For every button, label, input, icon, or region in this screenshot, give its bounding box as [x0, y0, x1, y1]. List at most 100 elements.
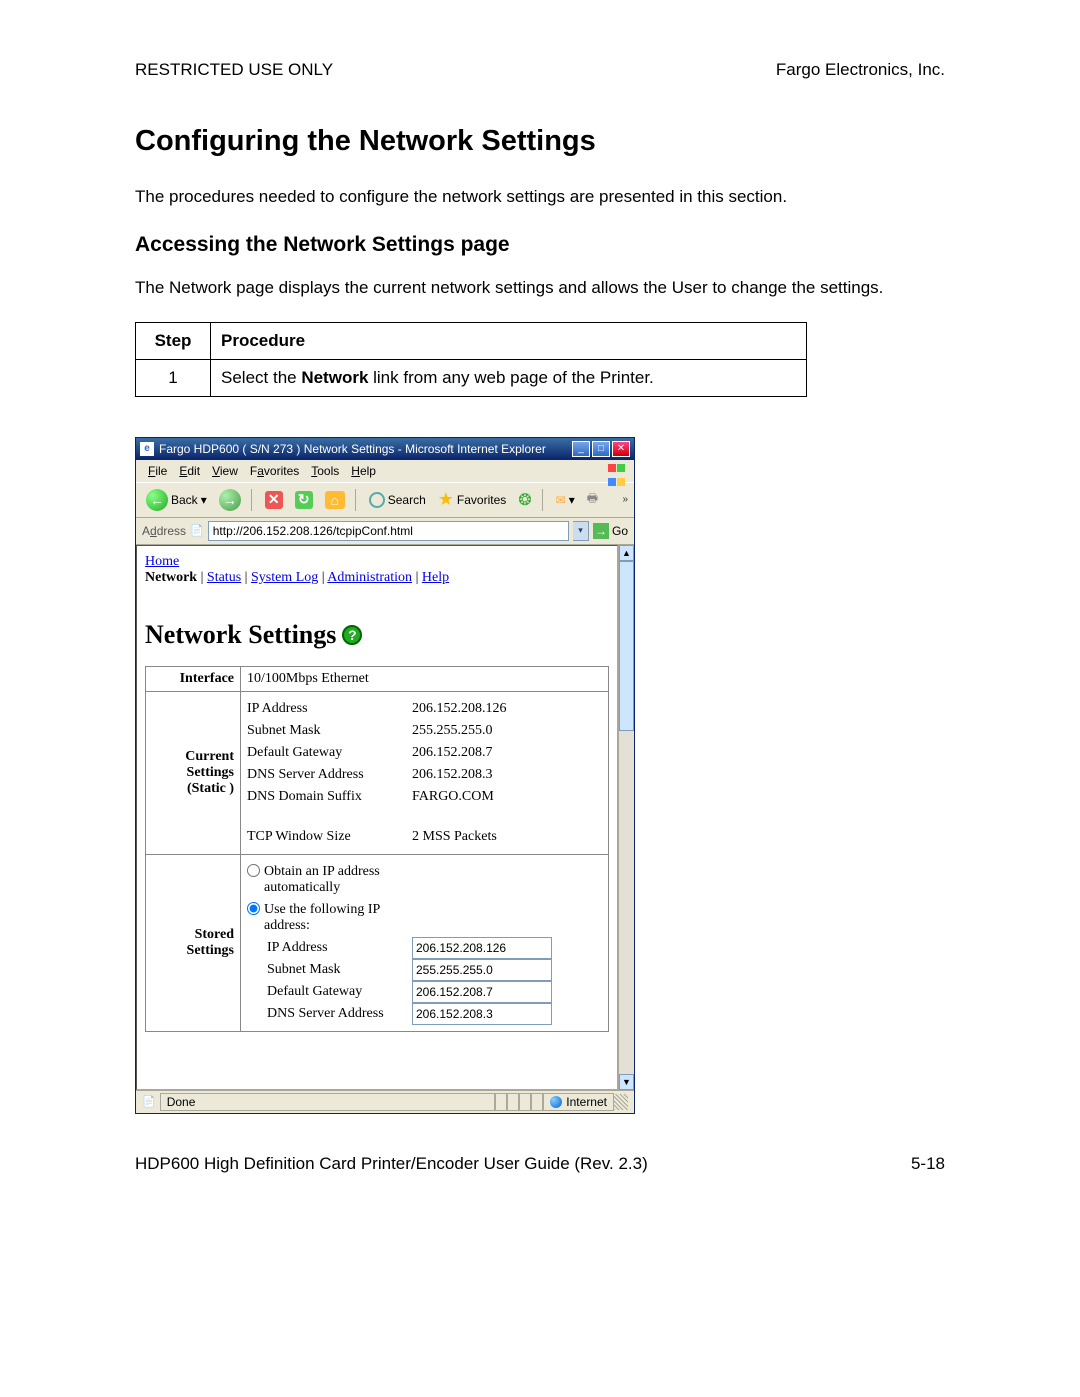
nav-status[interactable]: Status: [207, 570, 241, 585]
radio-use-following-label: Use the following IP address:: [264, 902, 424, 934]
col-step: Step: [136, 322, 211, 359]
statusbar: 📄 Done Internet: [136, 1090, 634, 1113]
footer-title: HDP600 High Definition Card Printer/Enco…: [135, 1154, 648, 1174]
step-number: 1: [136, 359, 211, 396]
help-icon[interactable]: ?: [342, 625, 362, 645]
step-text-post: link from any web page of the Printer.: [368, 368, 653, 387]
table-row: 1 Select the Network link from any web p…: [136, 359, 807, 396]
intro-paragraph: The procedures needed to configure the n…: [135, 186, 945, 209]
stored-ip-input[interactable]: [412, 937, 552, 959]
home-button[interactable]: ⌂: [321, 489, 349, 511]
go-button[interactable]: →Go: [593, 523, 628, 539]
menu-help[interactable]: Help: [345, 462, 382, 480]
network-settings-table: Interface 10/100Mbps Ethernet Current Se…: [145, 666, 609, 1032]
menu-view[interactable]: View: [206, 462, 244, 480]
menu-edit[interactable]: Edit: [173, 462, 206, 480]
stored-dns-input[interactable]: [412, 1003, 552, 1025]
radio-obtain-auto[interactable]: [247, 864, 260, 877]
history-button[interactable]: ❂: [514, 488, 535, 512]
content-heading: Network Settings ?: [145, 620, 609, 650]
back-button[interactable]: ←Back ▾: [142, 487, 211, 513]
tcp-window-value: 2 MSS Packets: [412, 826, 497, 848]
interface-value: 10/100Mbps Ethernet: [241, 666, 609, 691]
maximize-button[interactable]: □: [592, 441, 610, 457]
star-icon: ★: [438, 489, 454, 510]
mail-button[interactable]: ✉▾: [552, 491, 579, 509]
ie-window: e Fargo HDP600 ( S/N 273 ) Network Setti…: [135, 437, 635, 1114]
header-restricted: RESTRICTED USE ONLY: [135, 60, 333, 80]
scrollbar[interactable]: ▲ ▼: [618, 545, 634, 1090]
globe-icon: [550, 1096, 562, 1108]
menu-tools[interactable]: Tools: [305, 462, 345, 480]
resize-grip-icon[interactable]: [614, 1094, 628, 1110]
interface-label: Interface: [146, 666, 241, 691]
nav-network: Network: [145, 570, 197, 585]
radio-obtain-auto-label: Obtain an IP address automatically: [264, 864, 424, 896]
page-title: Configuring the Network Settings: [135, 125, 945, 158]
status-done: Done: [160, 1093, 496, 1111]
forward-button[interactable]: →: [215, 487, 245, 513]
section-heading: Accessing the Network Settings page: [135, 233, 945, 257]
scroll-thumb[interactable]: [619, 561, 634, 731]
default-gateway-value: 206.152.208.7: [412, 742, 493, 764]
step-text: Select the Network link from any web pag…: [211, 359, 807, 396]
stored-gw-input[interactable]: [412, 981, 552, 1003]
subnet-mask-label: Subnet Mask: [247, 720, 412, 742]
menu-favorites[interactable]: Favorites: [244, 462, 305, 480]
stored-mask-label: Subnet Mask: [247, 959, 412, 981]
current-settings-label: Current Settings (Static ): [146, 691, 241, 854]
address-input[interactable]: [208, 521, 569, 541]
stored-mask-input[interactable]: [412, 959, 552, 981]
stored-ip-label: IP Address: [247, 937, 412, 959]
stored-gw-label: Default Gateway: [247, 981, 412, 1003]
scroll-up-icon[interactable]: ▲: [619, 545, 634, 561]
menu-file[interactable]: File: [142, 462, 173, 480]
ip-address-value: 206.152.208.126: [412, 698, 507, 720]
dns-suffix-label: DNS Domain Suffix: [247, 786, 412, 808]
close-button[interactable]: ✕: [612, 441, 630, 457]
scroll-down-icon[interactable]: ▼: [619, 1074, 634, 1090]
nav-help[interactable]: Help: [422, 570, 449, 585]
windows-logo-icon: [608, 462, 628, 480]
dns-server-label: DNS Server Address: [247, 764, 412, 786]
breadcrumb: Network | Status | System Log | Administ…: [145, 570, 609, 586]
stop-button[interactable]: ✕: [261, 489, 287, 511]
toolbar: ←Back ▾ → ✕ ↻ ⌂ Search ★Favorites ❂ ✉▾ 🖶…: [136, 482, 634, 518]
nav-system-log[interactable]: System Log: [251, 570, 318, 585]
default-gateway-label: Default Gateway: [247, 742, 412, 764]
toolbar-overflow-icon[interactable]: »: [622, 494, 628, 505]
stored-dns-label: DNS Server Address: [247, 1003, 412, 1025]
address-dropdown-icon[interactable]: ▾: [573, 521, 589, 541]
page-content: Home Network | Status | System Log | Adm…: [136, 545, 618, 1090]
subnet-mask-value: 255.255.255.0: [412, 720, 493, 742]
ie-icon: e: [140, 442, 154, 456]
dns-server-value: 206.152.208.3: [412, 764, 493, 786]
print-button[interactable]: 🖶: [583, 487, 602, 512]
section-paragraph: The Network page displays the current ne…: [135, 277, 945, 300]
search-icon: [369, 492, 385, 508]
search-button[interactable]: Search: [365, 490, 430, 510]
radio-use-following[interactable]: [247, 902, 260, 915]
table-header-row: Step Procedure: [136, 322, 807, 359]
address-label: Address: [142, 524, 186, 538]
window-title: Fargo HDP600 ( S/N 273 ) Network Setting…: [159, 442, 572, 456]
procedure-table: Step Procedure 1 Select the Network link…: [135, 322, 807, 397]
footer-page: 5-18: [911, 1154, 945, 1174]
nav-home[interactable]: Home: [145, 554, 179, 569]
header-company: Fargo Electronics, Inc.: [776, 60, 945, 80]
ip-address-label: IP Address: [247, 698, 412, 720]
nav-administration[interactable]: Administration: [327, 570, 412, 585]
address-bar: Address 📄 ▾ →Go: [136, 518, 634, 545]
status-zone: Internet: [543, 1093, 614, 1111]
col-procedure: Procedure: [211, 322, 807, 359]
tcp-window-label: TCP Window Size: [247, 826, 412, 848]
titlebar: e Fargo HDP600 ( S/N 273 ) Network Setti…: [136, 438, 634, 460]
menubar: File Edit View Favorites Tools Help: [136, 460, 634, 482]
step-text-pre: Select the: [221, 368, 301, 387]
step-text-bold: Network: [301, 368, 368, 387]
favorites-button[interactable]: ★Favorites: [434, 487, 511, 512]
minimize-button[interactable]: _: [572, 441, 590, 457]
stored-settings-label: Stored Settings: [146, 854, 241, 1031]
refresh-button[interactable]: ↻: [291, 489, 317, 511]
dns-suffix-value: FARGO.COM: [412, 786, 494, 808]
